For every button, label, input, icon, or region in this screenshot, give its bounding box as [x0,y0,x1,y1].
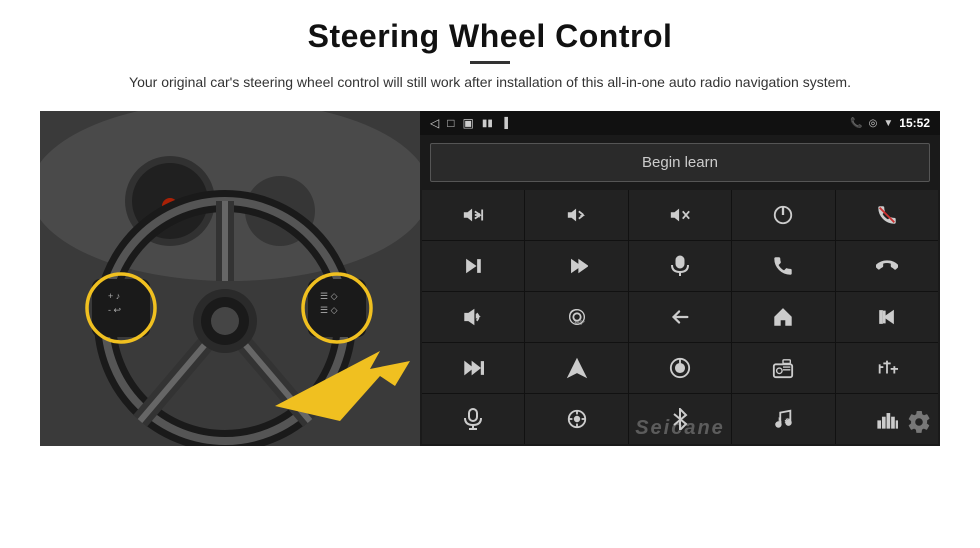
subtitle: Your original car's steering wheel contr… [100,72,880,93]
mic2-button[interactable] [422,394,524,444]
svg-text:▶: ▶ [476,313,481,320]
svg-text:♪: ♪ [775,412,783,430]
svg-text:- ↩: - ↩ [108,305,121,315]
title-section: Steering Wheel Control Your original car… [40,18,940,105]
vol-up-button[interactable]: + [422,190,524,240]
settings-round-button[interactable] [525,394,627,444]
vol-down-button[interactable]: − [525,190,627,240]
bluetooth-button[interactable] [629,394,731,444]
media-icon: ▮▮ [482,118,493,129]
home-nav-icon[interactable]: □ [447,116,454,130]
begin-learn-button[interactable]: Begin learn [430,143,930,182]
cam360-button[interactable]: 360° [525,292,627,342]
phone-status-icon: 📞 [850,118,862,129]
controls-grid: + − [422,190,938,444]
music-button[interactable]: ♪ ⚙ [732,394,834,444]
phone-button[interactable] [732,241,834,291]
skip-forward-button[interactable] [525,241,627,291]
content-row: + ♪ - ↩ ☰ ◇ ☰ ◇ [40,111,940,446]
radio-button[interactable] [732,343,834,393]
status-bar-left: ◁ □ ▣ ▮▮ ▐ [430,116,508,130]
status-bar-right: 📞 ◎ ▼ 15:52 [850,116,930,130]
clock: 15:52 [899,116,930,130]
equalizer-button[interactable] [836,343,938,393]
nav-button[interactable] [525,343,627,393]
speaker-button[interactable]: ▶ [422,292,524,342]
location-status-icon: ◎ [869,118,878,129]
svg-text:360°: 360° [573,320,584,326]
steering-wheel-image: + ♪ - ↩ ☰ ◇ ☰ ◇ [40,111,420,446]
page-title: Steering Wheel Control [40,18,940,55]
wifi-status-icon: ▼ [883,118,893,129]
fast-forward-button[interactable] [422,343,524,393]
mic-button[interactable] [629,241,731,291]
mute-button[interactable] [629,190,731,240]
svg-text:+ ♪: + ♪ [108,291,120,301]
page-container: Steering Wheel Control Your original car… [0,0,980,548]
title-divider [470,61,510,64]
status-bar: ◁ □ ▣ ▮▮ ▐ 📞 ◎ ▼ 15:52 [420,111,940,135]
hang-up-button[interactable] [836,241,938,291]
svg-text:+: + [477,211,482,221]
phone-end-button[interactable] [836,190,938,240]
android-panel: ◁ □ ▣ ▮▮ ▐ 📞 ◎ ▼ 15:52 Begin learn [420,111,940,446]
recents-nav-icon[interactable]: ▣ [462,116,473,130]
svg-text:☰ ◇: ☰ ◇ [320,291,338,301]
prev-track-button[interactable] [836,292,938,342]
svg-text:⚙: ⚙ [784,417,792,427]
gear-corner-icon[interactable] [906,409,932,441]
back-button[interactable] [629,292,731,342]
svg-text:−: − [579,211,584,221]
eject-button[interactable] [629,343,731,393]
back-nav-icon[interactable]: ◁ [430,116,439,130]
svg-text:☰ ◇: ☰ ◇ [320,305,338,315]
home-button[interactable] [732,292,834,342]
power-button[interactable] [732,190,834,240]
signal-bars: ▐ [501,118,508,129]
next-track-button[interactable] [422,241,524,291]
